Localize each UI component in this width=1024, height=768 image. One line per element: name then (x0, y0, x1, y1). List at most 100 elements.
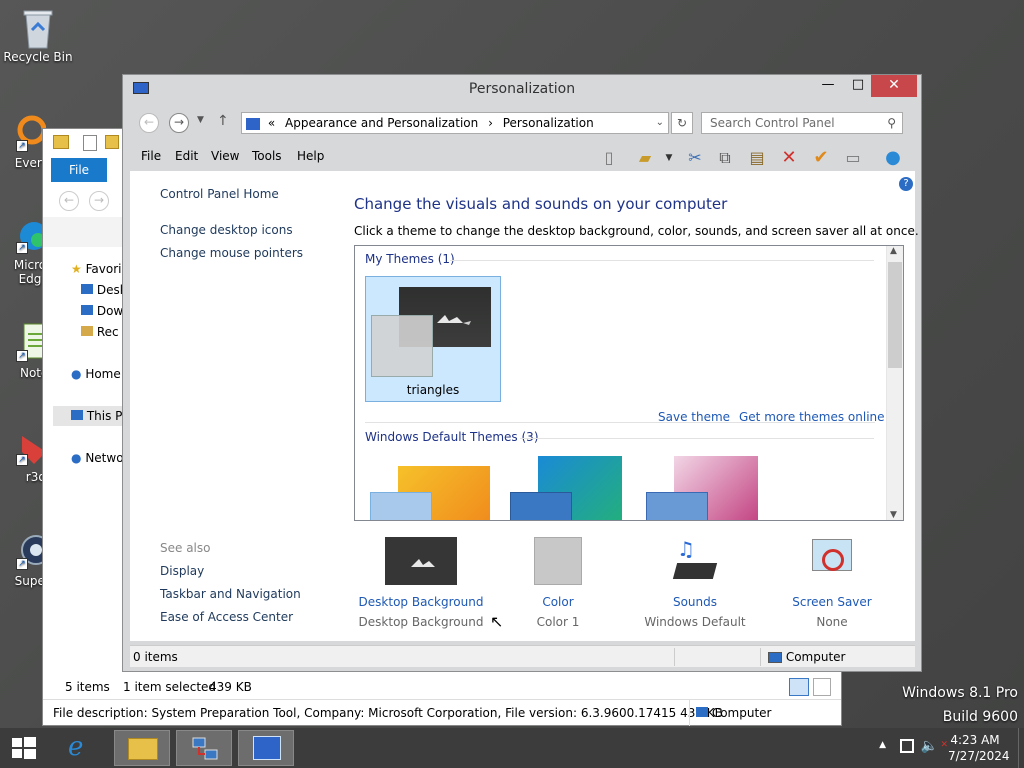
properties-icon[interactable] (83, 135, 97, 151)
details-view-icon[interactable] (789, 678, 809, 696)
taskbar-navigation-link[interactable]: Taskbar and Navigation (160, 587, 301, 601)
my-themes-header[interactable]: My Themes (1) (365, 252, 455, 266)
show-hidden-icons-icon[interactable]: ▲ (879, 740, 886, 750)
folder-options-dropdown-icon[interactable]: ▼ (657, 147, 681, 169)
item-value: None (816, 615, 848, 629)
file-tab[interactable]: File (51, 158, 107, 182)
menu-view[interactable]: View (211, 149, 239, 163)
properties-check-icon[interactable]: ✔ (809, 147, 833, 169)
themes-list[interactable]: My Themes (1) triangles Save theme Get m… (354, 245, 904, 521)
start-button[interactable] (0, 730, 48, 766)
change-desktop-icons-link[interactable]: Change desktop icons (160, 223, 293, 237)
status-divider (760, 648, 761, 666)
back-arrow-icon[interactable]: ← (59, 191, 79, 211)
nav-homegroup[interactable]: ● Home (71, 364, 121, 384)
network-icon: ● (71, 451, 82, 465)
personalization-window[interactable]: Personalization — □ ✕ ← → ▼ ↑ « Appearan… (122, 74, 922, 672)
breadcrumb-appearance[interactable]: Appearance and Personalization (285, 116, 478, 130)
layout-pane-icon[interactable]: ▯ (597, 147, 621, 169)
forward-arrow-icon[interactable]: → (89, 191, 109, 211)
address-bar[interactable]: « Appearance and Personalization › Perso… (241, 112, 669, 134)
control-panel-home-link[interactable]: Control Panel Home (160, 187, 279, 201)
item-label: Sounds (672, 595, 718, 609)
change-mouse-pointers-link[interactable]: Change mouse pointers (160, 246, 303, 260)
refresh-icon[interactable]: ↻ (671, 112, 693, 134)
search-icon[interactable]: ⚲ (887, 113, 896, 133)
group-divider (520, 438, 874, 439)
nav-desktop[interactable]: Desk (81, 280, 127, 300)
status-bar: 0 items Computer (130, 645, 915, 667)
nav-recent[interactable]: Rec (81, 322, 119, 342)
theme-lines-and-colors[interactable] (505, 456, 641, 520)
taskbar-network-app[interactable] (176, 730, 232, 766)
minimize-button[interactable]: — (813, 75, 843, 97)
address-dropdown-icon[interactable]: ⌄ (656, 113, 664, 133)
theme-flowers[interactable] (641, 456, 777, 520)
nav-label: Dow (96, 304, 124, 318)
globe-icon[interactable]: ● (881, 147, 905, 169)
copy-icon[interactable]: ⧉ (713, 147, 737, 169)
window-title: Personalization (468, 81, 576, 97)
shortcut-arrow-icon: ↗ (16, 558, 28, 570)
back-arrow-icon[interactable]: ← (139, 113, 159, 133)
color-item[interactable]: Color Color 1 (493, 537, 623, 629)
network-connections-icon (191, 736, 219, 762)
help-icon[interactable]: ? (899, 177, 913, 191)
paste-icon[interactable]: ▤ (745, 147, 769, 169)
clock-date[interactable]: 7/27/2024 (948, 749, 1010, 763)
recent-locations-chevron-icon[interactable]: ▼ (197, 115, 204, 125)
menu-bar: File Edit View Tools Help ▯ ▰ ▼ ✂ ⧉ ▤ ✕ … (131, 143, 915, 169)
desktop-icon-recycle-bin[interactable]: Recycle Bin (0, 6, 76, 64)
maximize-button[interactable]: □ (843, 75, 873, 97)
screen-saver-item[interactable]: Screen Saver None (767, 537, 897, 629)
title-bar[interactable]: Personalization — □ ✕ (123, 75, 921, 105)
taskbar-control-panel[interactable] (238, 730, 294, 766)
delete-icon[interactable]: ✕ (777, 147, 801, 169)
large-icons-view-icon[interactable] (813, 678, 831, 696)
menu-edit[interactable]: Edit (175, 149, 198, 163)
address-toolbar: ← → ▼ ↑ « Appearance and Personalization… (131, 109, 915, 137)
theme-preview-color-swatch (510, 492, 572, 520)
scroll-down-icon[interactable]: ▼ (890, 510, 897, 520)
menu-file[interactable]: File (141, 149, 161, 163)
clock-time[interactable]: 4:23 AM (948, 733, 1002, 747)
display-link[interactable]: Display (160, 564, 204, 578)
menu-tools[interactable]: Tools (252, 149, 282, 163)
breadcrumb-personalization[interactable]: Personalization (503, 116, 594, 130)
nav-favorites[interactable]: ★ Favori (71, 259, 121, 279)
theme-windows[interactable] (365, 456, 501, 520)
computer-label: Computer (711, 706, 772, 720)
rename-icon[interactable]: ▭ (841, 147, 865, 169)
recycle-bin-icon (18, 6, 58, 49)
folder-options-icon[interactable]: ▰ (633, 147, 657, 169)
up-arrow-icon[interactable]: ↑ (217, 113, 229, 129)
shortcut-arrow-icon: ↗ (16, 242, 28, 254)
taskbar-file-explorer[interactable] (114, 730, 170, 766)
new-folder-icon[interactable] (105, 135, 119, 149)
item-count: 5 items (65, 680, 110, 694)
themes-scrollbar[interactable]: ▲ ▼ (886, 246, 903, 520)
nav-label: This P (86, 409, 123, 423)
cut-icon[interactable]: ✂ (683, 147, 707, 169)
show-desktop-button[interactable] (1018, 728, 1024, 768)
theme-triangles[interactable]: triangles (365, 276, 501, 402)
sounds-item[interactable]: ♫ Sounds Windows Default (630, 537, 760, 629)
network-status-icon[interactable] (900, 739, 914, 753)
scrollbar-thumb[interactable] (888, 262, 902, 368)
breadcrumb-overflow[interactable]: « (268, 116, 275, 130)
nav-downloads[interactable]: Dow (81, 301, 123, 321)
taskbar-internet-explorer[interactable]: e (54, 730, 110, 766)
menu-help[interactable]: Help (297, 149, 324, 163)
search-input[interactable]: Search Control Panel ⚲ (701, 112, 903, 134)
nav-this-pc[interactable]: This P (53, 406, 123, 426)
scroll-up-icon[interactable]: ▲ (890, 246, 897, 256)
breadcrumb-separator[interactable]: › (488, 116, 493, 130)
volume-muted-icon[interactable]: 🔈 (921, 738, 938, 754)
nav-network[interactable]: ● Netwo (71, 448, 124, 468)
forward-arrow-icon[interactable]: → (169, 113, 189, 133)
ease-of-access-link[interactable]: Ease of Access Center (160, 610, 293, 624)
close-button[interactable]: ✕ (871, 75, 917, 97)
theme-preview-color-swatch (370, 492, 432, 520)
default-themes-header[interactable]: Windows Default Themes (3) (365, 430, 539, 444)
desktop-background-item[interactable]: Desktop Background Desktop Background (356, 537, 486, 629)
